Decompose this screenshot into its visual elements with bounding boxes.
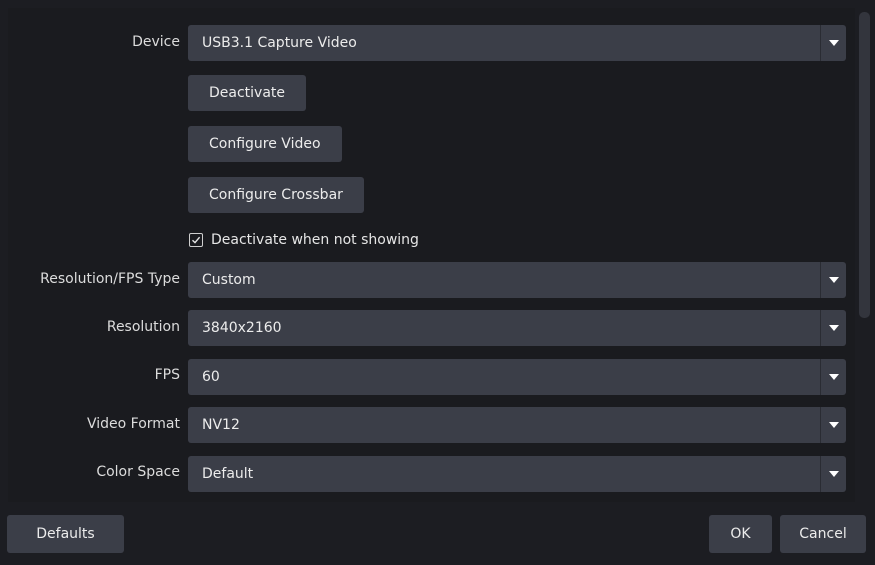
resolution-label-col: Resolution [8,319,180,339]
ok-button[interactable]: OK [709,515,772,553]
resolution-value: 3840x2160 [202,320,282,336]
chevron-down-icon[interactable] [820,407,846,443]
resolution-fps-type-label: Resolution/FPS Type [40,271,180,287]
color-space-label-col: Color Space [8,464,180,484]
configure-crossbar-button[interactable]: Configure Crossbar [188,177,364,213]
configure-video-button[interactable]: Configure Video [188,126,342,162]
color-space-value: Default [202,466,254,482]
resolution-fps-type-combo[interactable]: Custom [188,262,846,298]
device-value: USB3.1 Capture Video [202,35,357,51]
chevron-down-icon[interactable] [820,262,846,298]
resolution-label: Resolution [106,319,180,335]
deactivate-button[interactable]: Deactivate [188,75,307,111]
deactivate-when-not-showing-checkbox[interactable] [189,233,203,247]
chevron-down-icon[interactable] [820,310,846,346]
deactivate-when-not-showing-row[interactable]: Deactivate when not showing [189,230,419,250]
device-label-col: Device [8,34,180,54]
resolution-combo[interactable]: 3840x2160 [188,310,846,346]
properties-panel: Device USB3.1 Capture Video Deactivate C… [8,8,855,502]
resolution-fps-type-value: Custom [202,272,256,288]
device-label: Device [132,34,180,50]
resolution-fps-type-label-col: Resolution/FPS Type [8,271,180,291]
properties-dialog: Device USB3.1 Capture Video Deactivate C… [0,0,875,565]
chevron-down-icon[interactable] [820,456,846,492]
video-format-combo[interactable]: NV12 [188,407,846,443]
video-format-label-col: Video Format [8,416,180,436]
check-icon [192,236,201,244]
scrollbar-thumb[interactable] [859,12,870,318]
fps-label: FPS [154,367,180,383]
color-space-label: Color Space [96,464,180,480]
video-format-label: Video Format [86,416,180,432]
fps-combo[interactable]: 60 [188,359,846,395]
video-format-value: NV12 [202,417,240,433]
cancel-button[interactable]: Cancel [780,515,866,553]
chevron-down-icon[interactable] [820,25,846,61]
chevron-down-icon[interactable] [820,359,846,395]
fps-value: 60 [202,369,220,385]
fps-label-col: FPS [8,367,180,387]
defaults-button[interactable]: Defaults [7,515,124,553]
device-combo[interactable]: USB3.1 Capture Video [188,25,846,61]
color-space-combo[interactable]: Default [188,456,846,492]
deactivate-when-not-showing-label: Deactivate when not showing [211,232,419,248]
